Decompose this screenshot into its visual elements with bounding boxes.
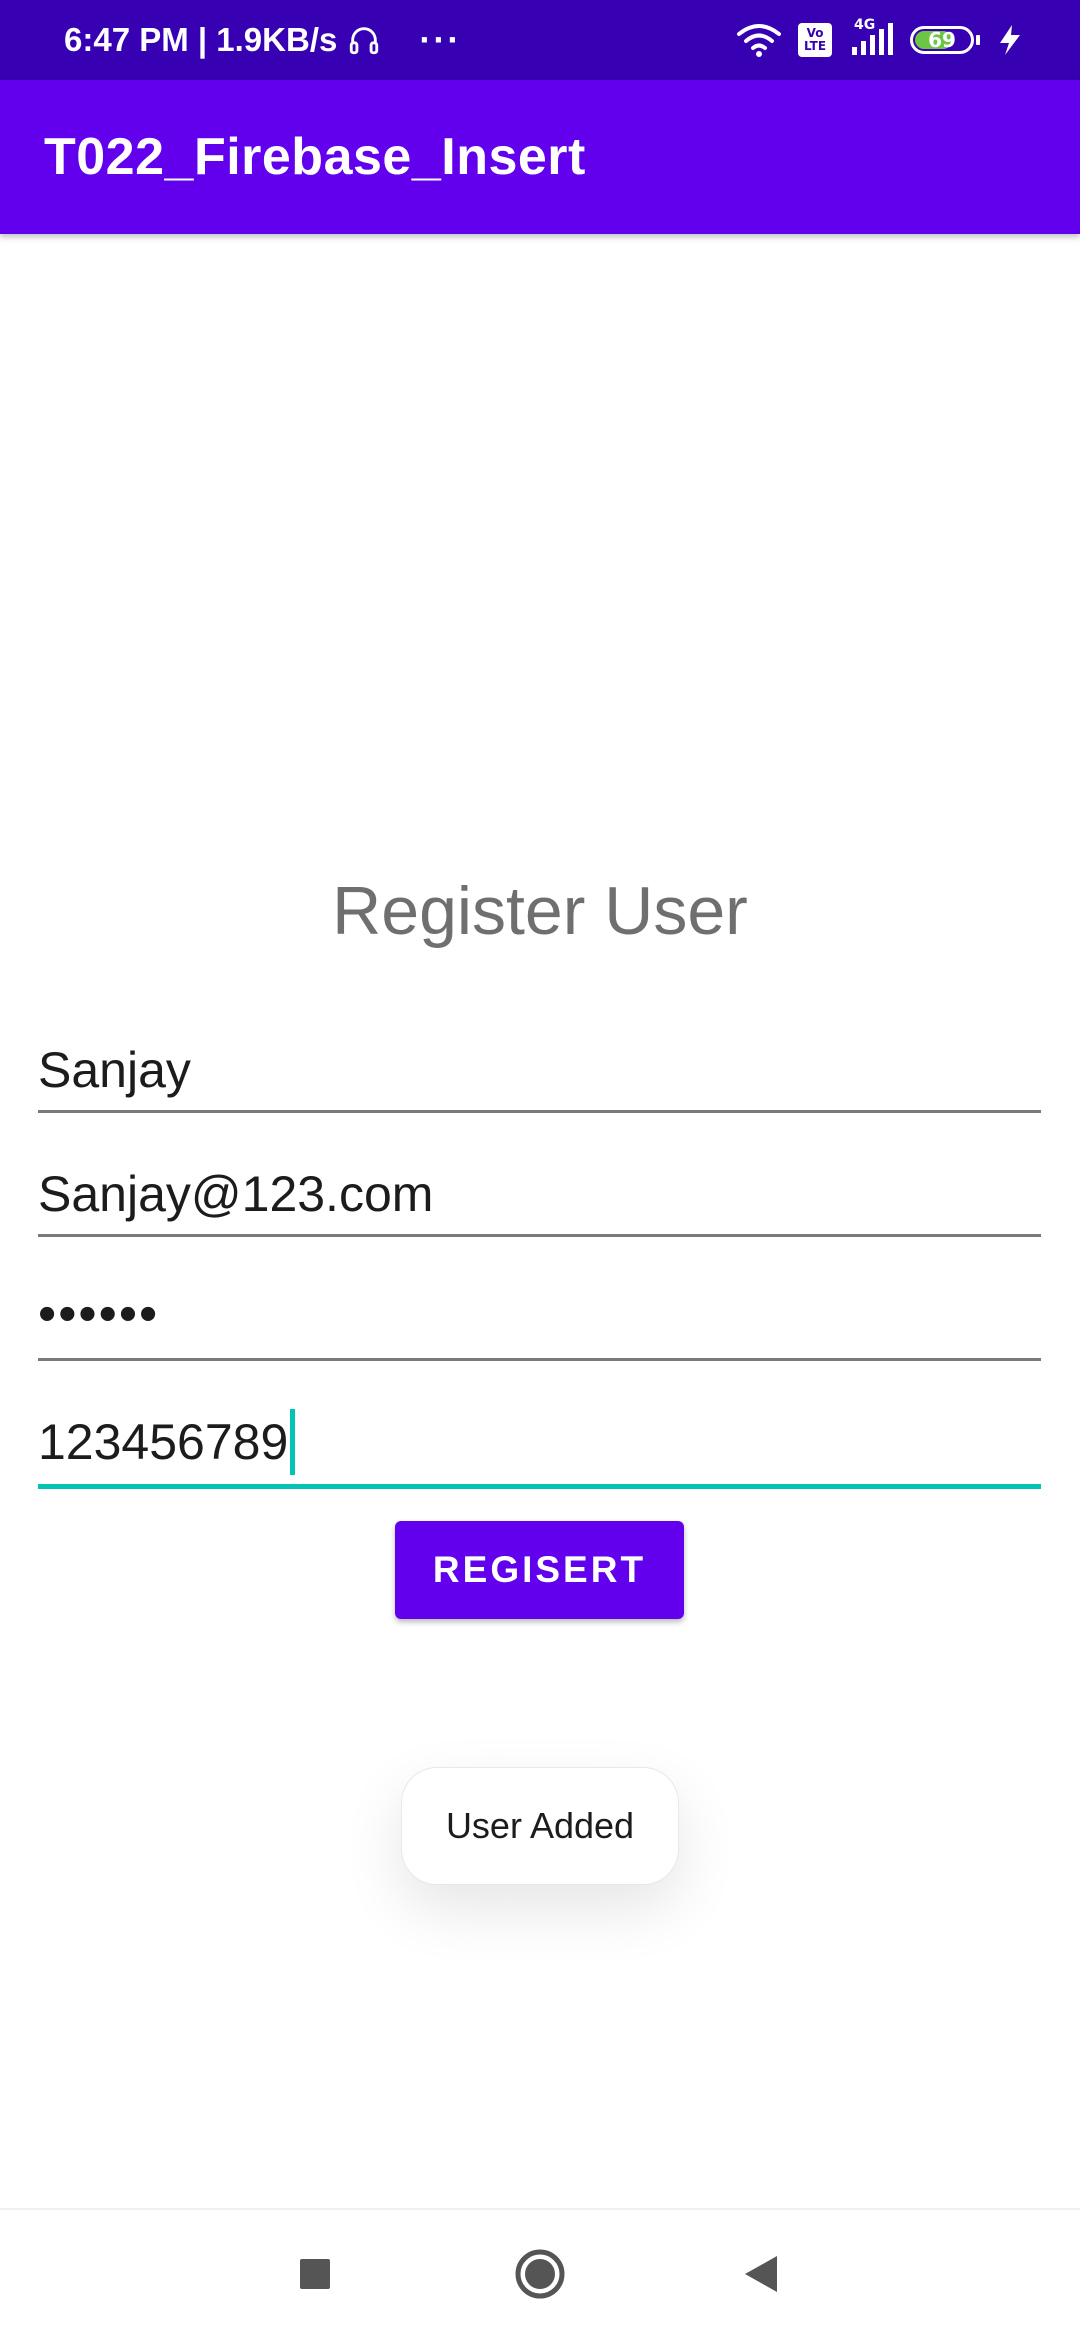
- register-button[interactable]: REGISERT: [395, 1521, 684, 1619]
- status-left: 6:47 PM | 1.9KB/s ···: [64, 0, 461, 80]
- password-field[interactable]: ••••••: [38, 1278, 1041, 1361]
- battery-level-label: 69: [928, 28, 956, 52]
- wifi-icon: [736, 22, 782, 58]
- app-title: T022_Firebase_Insert: [44, 128, 586, 186]
- battery-icon: 69: [910, 26, 980, 54]
- back-icon: [743, 2254, 779, 2299]
- battery-tip: [976, 35, 980, 45]
- status-right: Vo LTE 4G 69: [736, 0, 1024, 80]
- signal-icon: 4G: [848, 17, 894, 57]
- navigation-bar: [0, 2208, 1080, 2342]
- app-bar: T022_Firebase_Insert: [0, 80, 1080, 234]
- password-field-value: ••••••: [38, 1285, 160, 1343]
- home-button[interactable]: [510, 2210, 570, 2342]
- overflow-dots-icon: ···: [419, 19, 462, 60]
- battery-body: 69: [910, 26, 974, 54]
- form-title: Register User: [332, 873, 748, 949]
- recents-button[interactable]: [290, 2210, 340, 2342]
- back-button[interactable]: [736, 2210, 786, 2342]
- headphone-icon: [347, 23, 381, 57]
- phone-field-value: 123456789: [38, 1414, 289, 1470]
- recents-icon: [299, 2258, 331, 2295]
- volte-bottom-label: LTE: [803, 39, 827, 53]
- volte-icon: Vo LTE: [798, 23, 832, 57]
- network-type-label: 4G: [854, 17, 876, 33]
- toast-message: User Added: [401, 1767, 679, 1885]
- status-bar: 6:47 PM | 1.9KB/s ··· Vo LTE 4G 69: [0, 0, 1080, 80]
- email-field[interactable]: Sanjay@123.com: [38, 1154, 1041, 1237]
- charging-icon: [996, 23, 1024, 57]
- home-icon: [514, 2248, 566, 2305]
- text-cursor: [290, 1409, 296, 1475]
- email-field-value: Sanjay@123.com: [38, 1166, 434, 1222]
- status-time: 6:47 PM | 1.9KB/s: [64, 21, 338, 58]
- phone-field[interactable]: 123456789: [38, 1400, 1041, 1489]
- name-field-value: Sanjay: [38, 1042, 191, 1098]
- name-field[interactable]: Sanjay: [38, 1030, 1041, 1113]
